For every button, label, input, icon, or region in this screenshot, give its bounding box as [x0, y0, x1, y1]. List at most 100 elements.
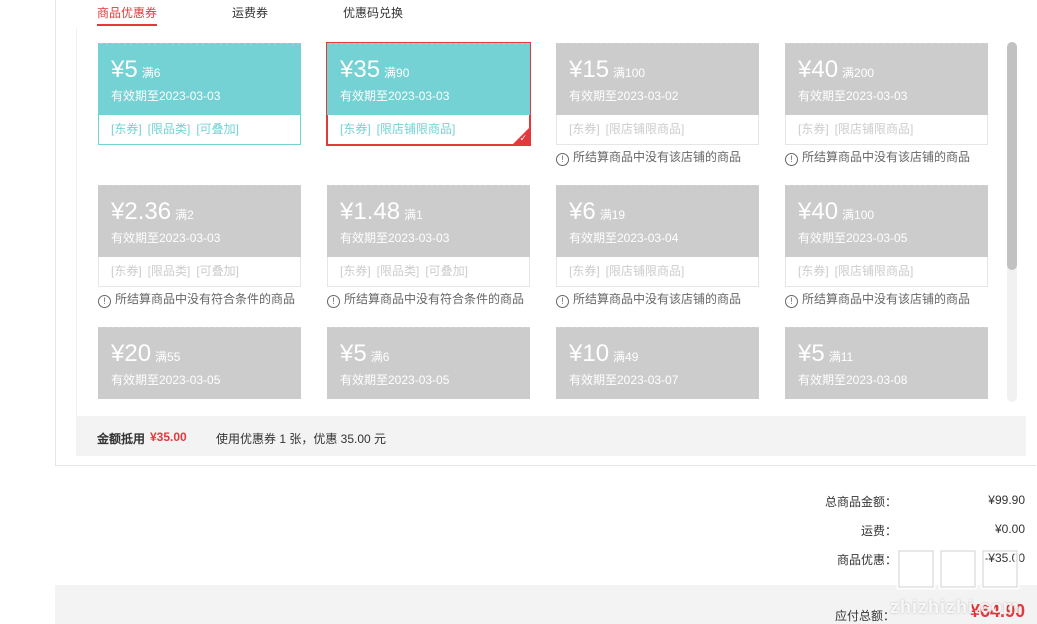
coupon-amount-row: ¥5 满6	[111, 56, 160, 84]
coupon-expire-date: 有效期至2023-03-02	[569, 89, 679, 103]
coupon-tags: [东券] [限店铺限商品]	[327, 115, 530, 145]
coupon-condition: 满11	[828, 350, 854, 364]
coupon-card[interactable]: ¥20 满55 有效期至2023-03-05	[98, 327, 301, 416]
coupon-expire-date: 有效期至2023-03-04	[569, 231, 679, 245]
coupon-card[interactable]: ¥5 满6 有效期至2023-03-03 [东券] [限品类] [可叠加]	[98, 43, 301, 145]
coupon-tag: [东券]	[111, 122, 142, 136]
coupon-card[interactable]: ¥35 满90 有效期至2023-03-03 [东券] [限店铺限商品] ✓	[326, 42, 531, 146]
scrollbar-thumb[interactable]	[1007, 42, 1017, 270]
coupon-amount: ¥5	[798, 340, 825, 367]
payable-label: 应付总额：	[834, 609, 895, 623]
coupon-card[interactable]: ¥10 满49 有效期至2023-03-07	[556, 327, 759, 416]
coupon-warning: ! 所结算商品中没有该店铺的商品	[785, 148, 970, 166]
coupon-warning: ! 所结算商品中没有该店铺的商品	[556, 290, 741, 308]
coupon-warning: ! 所结算商品中没有该店铺的商品	[785, 290, 970, 308]
coupon-expire-date: 有效期至2023-03-03	[111, 89, 221, 103]
coupon-card[interactable]: ¥40 满200 有效期至2023-03-03 [东券] [限店铺限商品]	[785, 43, 988, 145]
coupon-amount-row: ¥20 满55	[111, 340, 180, 368]
coupon-tag: [限品类]	[376, 264, 420, 278]
info-icon: !	[556, 153, 569, 166]
coupon-tags: [东券] [限店铺限商品]	[785, 115, 988, 145]
coupon-tags: [东券] [限品类] [可叠加]	[327, 257, 530, 287]
coupon-amount: ¥40	[798, 56, 839, 83]
goods-total-label: 总商品金额：	[824, 495, 897, 509]
coupon-expire-date: 有效期至2023-03-03	[798, 89, 908, 103]
coupon-expire-date: 有效期至2023-03-03	[111, 231, 221, 245]
coupon-amount: ¥6	[569, 198, 596, 225]
coupon-card[interactable]: ¥40 满100 有效期至2023-03-05 [东券] [限店铺限商品]	[785, 185, 988, 287]
coupon-tag: [东券]	[798, 122, 829, 136]
coupon-face: ¥10 满49 有效期至2023-03-07	[556, 327, 759, 399]
coupon-amount-row: ¥1.48 满1	[340, 198, 423, 226]
summary-description: 使用优惠券 1 张，优惠 35.00 元	[216, 432, 387, 446]
coupon-expire-date: 有效期至2023-03-05	[111, 373, 221, 387]
coupon-condition: 满6	[370, 350, 390, 364]
coupon-card[interactable]: ¥15 满100 有效期至2023-03-02 [东券] [限店铺限商品]	[556, 43, 759, 145]
summary-amount: ¥35.00	[150, 430, 187, 444]
coupon-tags: [东券] [限店铺限商品]	[785, 257, 988, 287]
coupon-warning-text: 所结算商品中没有符合条件的商品	[344, 292, 525, 306]
tab-shipping-coupons[interactable]: 运费券	[232, 4, 268, 22]
coupon-face: ¥2.36 满2 有效期至2023-03-03	[98, 185, 301, 257]
coupon-expire-date: 有效期至2023-03-05	[798, 231, 908, 245]
coupon-tags: [东券] [限品类] [可叠加]	[98, 115, 301, 145]
coupon-tags: [东券] [限店铺限商品]	[556, 115, 759, 145]
coupon-condition: 满100	[842, 208, 875, 222]
coupon-amount-row: ¥2.36 满2	[111, 198, 194, 226]
coupon-card[interactable]: ¥6 满19 有效期至2023-03-04 [东券] [限店铺限商品]	[556, 185, 759, 287]
coupon-expire-date: 有效期至2023-03-08	[798, 373, 908, 387]
coupon-card[interactable]: ¥1.48 满1 有效期至2023-03-03 [东券] [限品类] [可叠加]	[327, 185, 530, 287]
coupon-card[interactable]: ¥5 满6 有效期至2023-03-05	[327, 327, 530, 416]
coupon-warning-text: 所结算商品中没有符合条件的商品	[115, 292, 296, 306]
coupon-expire-date: 有效期至2023-03-05	[340, 373, 450, 387]
coupon-summary-bar: 金额抵用 ¥35.00 使用优惠券 1 张，优惠 35.00 元	[76, 416, 1026, 456]
coupon-condition: 满200	[842, 66, 875, 80]
coupon-face: ¥15 满100 有效期至2023-03-02	[556, 43, 759, 115]
coupon-amount-row: ¥40 满100	[798, 198, 874, 226]
coupon-amount-row: ¥6 满19	[569, 198, 625, 226]
shipping-value: ¥0.00	[994, 522, 1025, 536]
coupon-amount-row: ¥40 满200	[798, 56, 874, 84]
coupon-tag: [限店铺限商品]	[834, 264, 914, 278]
coupon-tags: [东券] [限品类] [可叠加]	[98, 257, 301, 287]
tab-goods-coupons[interactable]: 商品优惠券	[97, 4, 158, 26]
coupon-face: ¥5 满6 有效期至2023-03-03	[98, 43, 301, 115]
coupon-warning: ! 所结算商品中没有该店铺的商品	[556, 148, 741, 166]
coupon-card[interactable]: ¥5 满11 有效期至2023-03-08	[785, 327, 988, 416]
coupon-tag: [限店铺限商品]	[834, 122, 914, 136]
coupon-face: ¥40 满200 有效期至2023-03-03	[785, 43, 988, 115]
coupon-tag: [东券]	[798, 264, 829, 278]
coupon-tag: [可叠加]	[425, 264, 469, 278]
coupon-amount: ¥5	[340, 340, 367, 367]
discount-label: 商品优惠：	[836, 553, 897, 567]
coupon-condition: 满49	[613, 350, 639, 364]
coupon-amount: ¥20	[111, 340, 152, 367]
coupon-tag: [限品类]	[147, 264, 191, 278]
coupon-card[interactable]: ¥2.36 满2 有效期至2023-03-03 [东券] [限品类] [可叠加]	[98, 185, 301, 287]
tab-promo-code[interactable]: 优惠码兑换	[343, 4, 403, 22]
coupon-warning: ! 所结算商品中没有符合条件的商品	[327, 290, 524, 308]
coupon-tag: [东券]	[111, 264, 142, 278]
coupon-amount: ¥5	[111, 56, 138, 83]
coupon-amount-row: ¥5 满6	[340, 340, 389, 368]
coupon-face: ¥1.48 满1 有效期至2023-03-03	[327, 185, 530, 257]
coupon-warning-text: 所结算商品中没有该店铺的商品	[802, 292, 971, 306]
coupon-tag: [东券]	[340, 264, 371, 278]
discount-value: -¥35.00	[984, 551, 1025, 565]
coupon-condition: 满90	[384, 66, 410, 80]
coupon-tag: [限店铺限商品]	[605, 264, 685, 278]
info-icon: !	[556, 295, 569, 308]
info-icon: !	[98, 295, 111, 308]
coupon-condition: 满6	[141, 66, 161, 80]
shipping-label: 运费：	[860, 524, 897, 538]
coupon-face: ¥6 满19 有效期至2023-03-04	[556, 185, 759, 257]
coupon-condition: 满1	[404, 208, 423, 222]
coupon-warning-text: 所结算商品中没有该店铺的商品	[573, 150, 742, 164]
coupon-face: ¥20 满55 有效期至2023-03-05	[98, 327, 301, 399]
coupon-warning: ! 所结算商品中没有符合条件的商品	[98, 290, 295, 308]
coupon-tag: [限店铺限商品]	[605, 122, 685, 136]
coupon-face: ¥5 满6 有效期至2023-03-05	[327, 327, 530, 399]
coupon-tag: [限品类]	[147, 122, 191, 136]
coupon-tag: [限店铺限商品]	[376, 122, 456, 136]
coupon-amount-row: ¥35 满90	[340, 56, 409, 84]
